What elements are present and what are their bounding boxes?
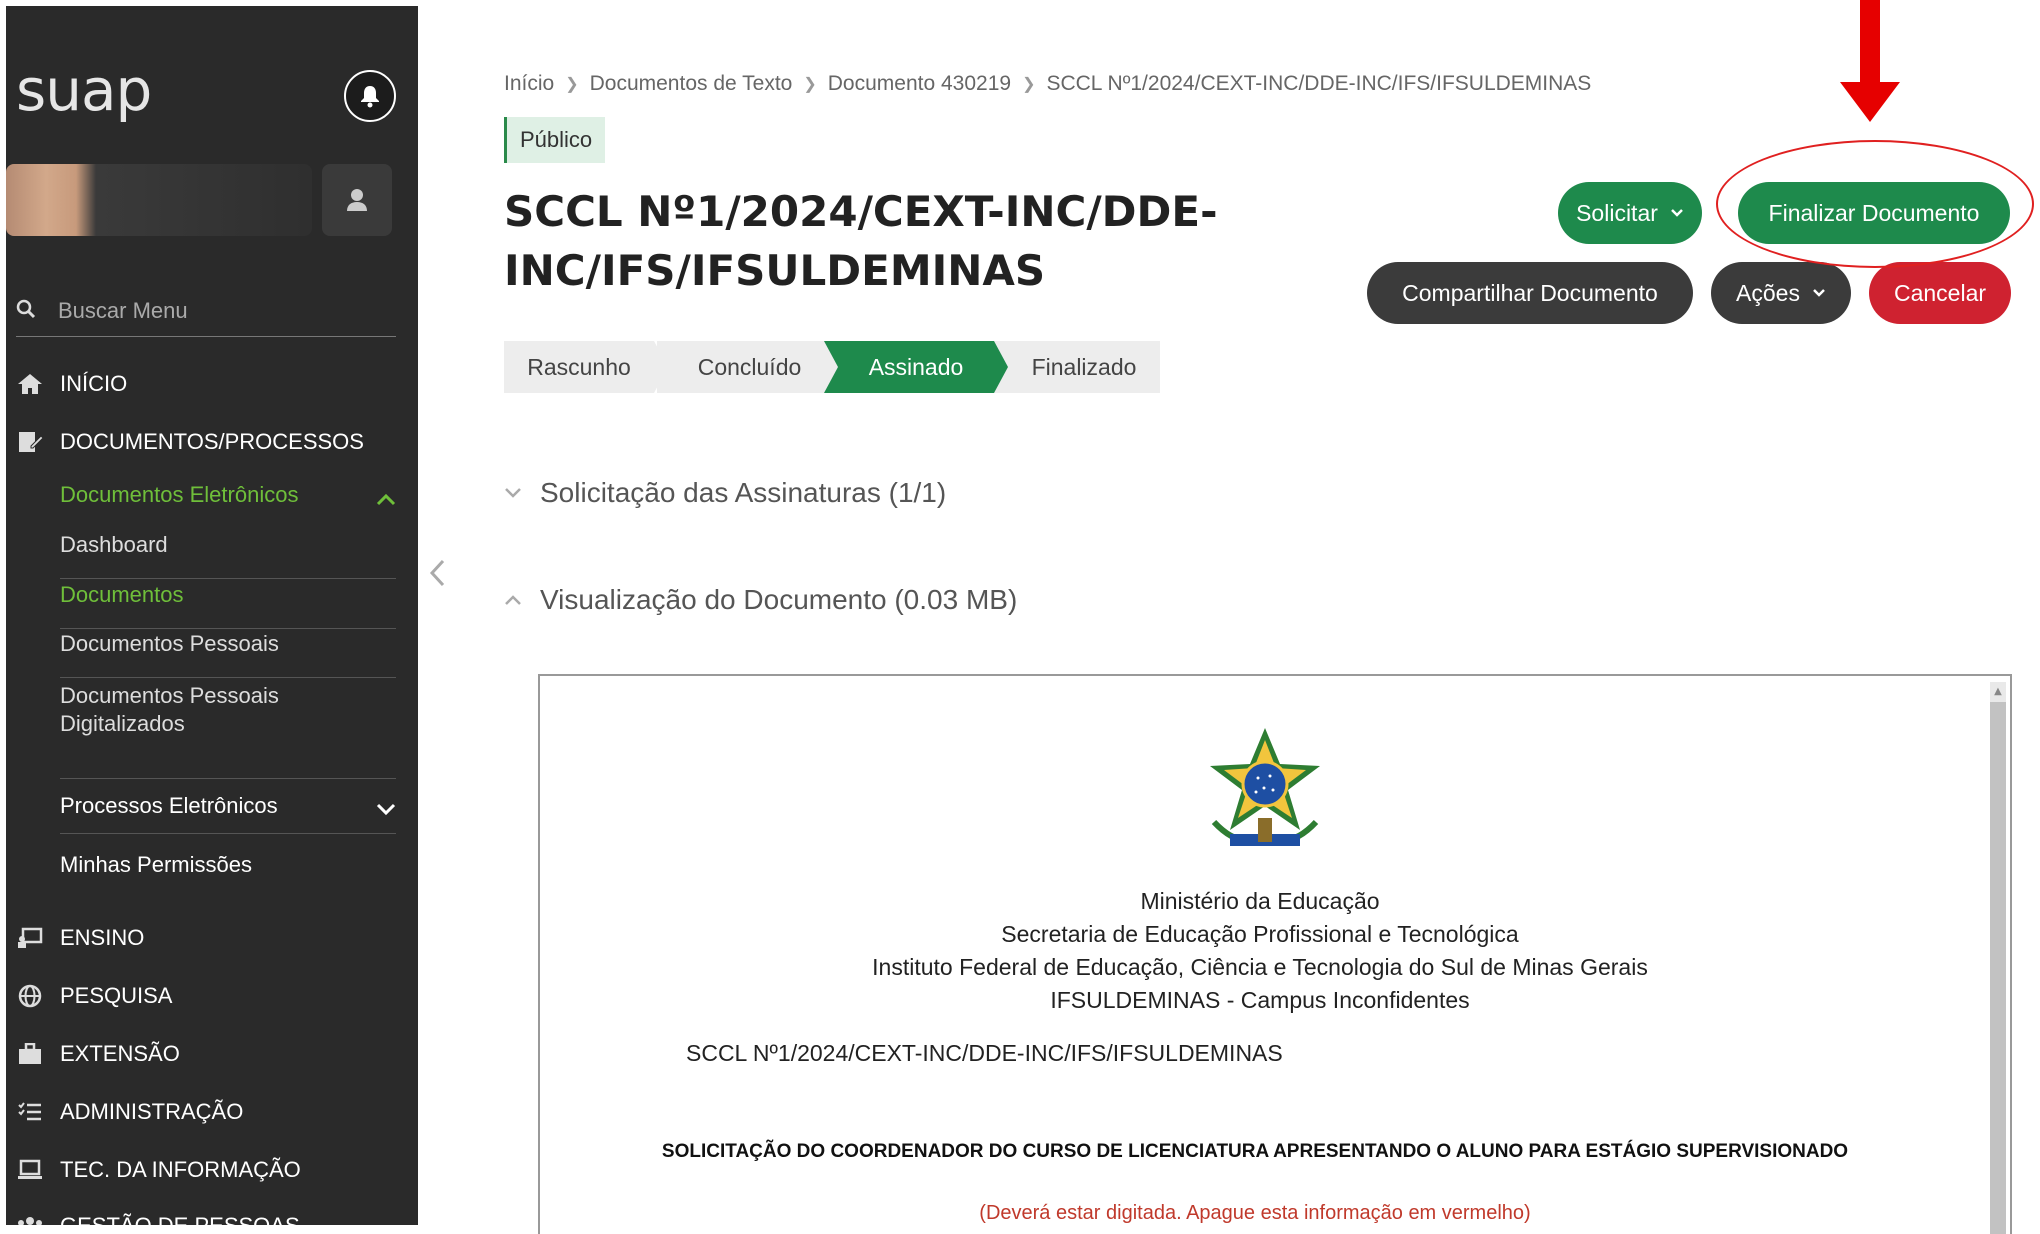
menu-tec-informacao-label: TEC. DA INFORMAÇÃO xyxy=(60,1157,301,1182)
doc-reference-number: SCCL Nº1/2024/CEXT-INC/DDE-INC/IFS/IFSUL… xyxy=(686,1040,1283,1066)
doc-header-line-4: IFSULDEMINAS - Campus Inconfidentes xyxy=(1050,987,1470,1013)
visibility-badge: Público xyxy=(504,117,606,163)
collapse-sidebar-chevron-left-icon[interactable] xyxy=(428,558,448,592)
home-icon xyxy=(16,370,44,398)
doc-header-line-1: Ministério da Educação xyxy=(1140,888,1380,914)
chevron-up-icon xyxy=(504,590,526,611)
menu-gestao-pessoas[interactable]: GESTÃO DE PESSOAS xyxy=(16,1212,300,1225)
step-rascunho: Rascunho xyxy=(504,341,668,393)
menu-administracao[interactable]: ADMINISTRAÇÃO xyxy=(16,1098,243,1126)
submenu-documentos-pessoais-digitalizados[interactable]: Documentos Pessoais Digitalizados xyxy=(60,682,320,738)
menu-documentos-processos-label: DOCUMENTOS/PROCESSOS xyxy=(60,429,364,454)
doc-heading: SOLICITAÇÃO DO COORDENADOR DO CURSO DE L… xyxy=(661,1141,1849,1162)
section-assinaturas-title: Solicitação das Assinaturas (1/1) xyxy=(540,477,947,508)
acoes-label: Ações xyxy=(1736,279,1800,306)
chevron-up-icon[interactable] xyxy=(376,486,396,512)
teaching-board-icon xyxy=(16,924,44,952)
chevron-down-icon xyxy=(1812,285,1826,301)
submenu-documentos[interactable]: Documentos xyxy=(60,582,396,629)
scroll-up-arrow-icon[interactable]: ▲ xyxy=(1992,686,2004,697)
chevron-down-icon xyxy=(1670,205,1684,221)
breadcrumb-inicio[interactable]: Início xyxy=(504,72,554,96)
menu-search-input[interactable]: Buscar Menu xyxy=(16,286,396,337)
breadcrumb: Início ❯ Documentos de Texto ❯ Documento… xyxy=(504,72,1591,96)
submenu-documentos-label: Documentos xyxy=(60,582,184,607)
suap-logo[interactable]: suap xyxy=(16,56,152,124)
submenu-minhas-permissoes-label: Minhas Permissões xyxy=(60,852,252,877)
document-edit-icon xyxy=(16,428,44,456)
doc-red-note: (Deverá estar digitada. Apague esta info… xyxy=(979,1202,1531,1224)
briefcase-icon xyxy=(16,1040,44,1068)
menu-pesquisa-label: PESQUISA xyxy=(60,983,173,1008)
step-finalizado: Finalizado xyxy=(994,341,1160,393)
menu-pesquisa[interactable]: PESQUISA xyxy=(16,982,172,1010)
chevron-right-icon: ❯ xyxy=(803,76,817,93)
chevron-down-icon[interactable] xyxy=(376,797,396,823)
solicitar-label: Solicitar xyxy=(1576,199,1658,226)
breadcrumb-current: SCCL Nº1/2024/CEXT-INC/DDE-INC/IFS/IFSUL… xyxy=(1046,72,1592,95)
menu-ensino[interactable]: ENSINO xyxy=(16,924,144,952)
submenu-documentos-eletronicos-label: Documentos Eletrônicos xyxy=(60,482,299,507)
brazil-coat-of-arms-emblem xyxy=(1200,726,1330,864)
menu-gestao-pessoas-label: GESTÃO DE PESSOAS xyxy=(60,1213,300,1225)
step-finalizado-label: Finalizado xyxy=(1031,353,1137,380)
compartilhar-documento-button[interactable]: Compartilhar Documento xyxy=(1367,262,1693,324)
submenu-processos-eletronicos-label: Processos Eletrônicos xyxy=(60,793,278,818)
menu-administracao-label: ADMINISTRAÇÃO xyxy=(60,1099,244,1124)
submenu-documentos-pessoais-label: Documentos Pessoais xyxy=(60,631,279,656)
people-icon xyxy=(16,1212,44,1225)
user-avatar-blurred[interactable] xyxy=(6,164,312,236)
submenu-processos-eletronicos[interactable]: Processos Eletrônicos xyxy=(60,778,396,834)
solicitar-button[interactable]: Solicitar xyxy=(1558,182,1702,244)
step-rascunho-label: Rascunho xyxy=(527,353,631,380)
chevron-right-icon: ❯ xyxy=(1022,76,1036,93)
search-placeholder: Buscar Menu xyxy=(58,298,188,323)
laptop-icon xyxy=(16,1156,44,1184)
breadcrumb-documentos-de-texto[interactable]: Documentos de Texto xyxy=(590,72,793,96)
user-profile-icon[interactable] xyxy=(322,164,392,236)
menu-inicio-label: INÍCIO xyxy=(60,371,128,396)
chevron-down-icon xyxy=(504,483,526,504)
submenu-documentos-pessoais-digitalizados-label: Documentos Pessoais Digitalizados xyxy=(60,683,279,736)
doc-header-line-3: Instituto Federal de Educação, Ciência e… xyxy=(872,954,1648,980)
menu-extensao[interactable]: EXTENSÃO xyxy=(16,1040,180,1068)
chevron-right-icon: ❯ xyxy=(565,76,579,93)
search-icon xyxy=(16,299,36,323)
menu-extensao-label: EXTENSÃO xyxy=(60,1041,180,1066)
step-concluido-label: Concluído xyxy=(697,353,802,380)
submenu-documentos-eletronicos[interactable]: Documentos Eletrônicos xyxy=(60,482,396,508)
page-title: SCCL Nº1/2024/CEXT-INC/DDE-INC/IFS/IFSUL… xyxy=(504,187,1218,295)
cancelar-label: Cancelar xyxy=(1893,279,1987,306)
section-assinaturas-toggle[interactable]: Solicitação das Assinaturas (1/1) xyxy=(504,477,946,509)
compartilhar-documento-label: Compartilhar Documento xyxy=(1402,279,1658,306)
step-concluido: Concluído xyxy=(654,341,838,393)
step-assinado: Assinado xyxy=(824,341,1008,393)
cancelar-button[interactable]: Cancelar xyxy=(1869,262,2011,324)
submenu-dashboard[interactable]: Dashboard xyxy=(60,532,396,579)
menu-inicio[interactable]: INÍCIO xyxy=(16,370,127,398)
globe-icon xyxy=(16,982,44,1010)
doc-header-line-2: Secretaria de Educação Profissional e Te… xyxy=(1001,921,1519,947)
notifications-bell-icon[interactable] xyxy=(344,70,396,122)
sidebar: suap Buscar Menu INÍCIO DOCUMENTOS/PROCE… xyxy=(6,6,418,1225)
submenu-minhas-permissoes[interactable]: Minhas Permissões xyxy=(60,852,396,878)
section-visualizacao-toggle[interactable]: Visualização do Documento (0.03 MB) xyxy=(504,584,1017,616)
menu-tec-informacao[interactable]: TEC. DA INFORMAÇÃO xyxy=(16,1156,301,1184)
submenu-dashboard-label: Dashboard xyxy=(60,532,168,557)
list-check-icon xyxy=(16,1098,44,1126)
menu-ensino-label: ENSINO xyxy=(60,925,145,950)
breadcrumb-documento[interactable]: Documento 430219 xyxy=(828,72,1011,96)
document-scroll-thumb[interactable] xyxy=(1990,702,2006,1234)
menu-documentos-processos[interactable]: DOCUMENTOS/PROCESSOS xyxy=(16,428,364,456)
annotation-highlight-ellipse xyxy=(1716,140,2034,268)
step-assinado-label: Assinado xyxy=(868,353,964,380)
submenu-documentos-pessoais[interactable]: Documentos Pessoais xyxy=(60,631,396,678)
document-preview[interactable]: ▲ Ministério da Educação Secretaria de E… xyxy=(538,674,2012,1234)
workflow-steps: Rascunho Concluído Assinado Finalizado xyxy=(504,341,1160,393)
acoes-button[interactable]: Ações xyxy=(1711,262,1851,324)
annotation-arrow-down-icon xyxy=(1840,0,1900,126)
section-visualizacao-title: Visualização do Documento (0.03 MB) xyxy=(540,584,1018,615)
